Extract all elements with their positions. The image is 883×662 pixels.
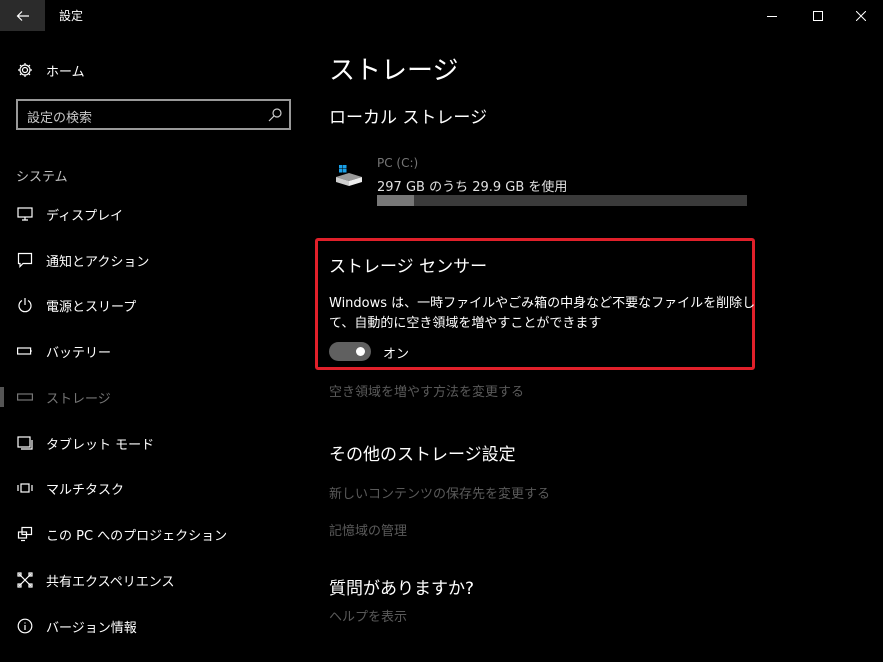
sidebar-item-storage[interactable]: ストレージ — [0, 377, 300, 417]
projection-icon — [16, 525, 34, 543]
sidebar-item-label: 共有エクスペリエンス — [46, 574, 175, 590]
search-input[interactable]: 設定の検索 — [16, 99, 291, 130]
drive-icon — [336, 165, 362, 186]
toggle-knob — [356, 347, 365, 356]
storage-sense-toggle-label: オン — [383, 347, 410, 362]
maximize-icon — [813, 10, 823, 21]
sidebar-item-battery[interactable]: バッテリー — [0, 331, 300, 371]
get-help-link[interactable]: ヘルプを表示 — [329, 606, 407, 625]
power-icon — [16, 296, 34, 314]
sidebar-item-tablet-mode[interactable]: タブレット モード — [0, 423, 300, 463]
sidebar-item-label: タブレット モード — [46, 437, 155, 453]
multitasking-icon — [16, 479, 34, 497]
drive-usage: 297 GB のうち 29.9 GB を使用 — [377, 180, 568, 195]
back-button[interactable] — [0, 0, 45, 31]
search-icon[interactable] — [267, 107, 283, 123]
drive-name[interactable]: PC (C:) — [377, 156, 418, 170]
tablet-mode-icon — [16, 434, 34, 452]
battery-icon — [16, 342, 34, 360]
back-arrow-icon — [16, 10, 29, 21]
sidebar-item-label: この PC へのプロジェクション — [46, 528, 228, 544]
drive-usage-bar — [377, 195, 747, 206]
display-icon — [16, 205, 34, 223]
sidebar-item-multitasking[interactable]: マルチタスク — [0, 468, 300, 508]
gear-icon — [16, 61, 34, 79]
sidebar-item-label: バッテリー — [46, 345, 112, 361]
change-save-location-link[interactable]: 新しいコンテンツの保存先を変更する — [329, 483, 550, 502]
storage-icon — [16, 388, 34, 406]
sidebar-item-about[interactable]: バージョン情報 — [0, 606, 300, 646]
change-free-space-link[interactable]: 空き領域を増やす方法を変更する — [329, 381, 524, 400]
sidebar-item-power[interactable]: 電源とスリープ — [0, 285, 300, 325]
close-button[interactable] — [838, 0, 883, 31]
storage-sense-description: Windows は、一時ファイルやごみ箱の中身など不要なファイルを削除して、自動… — [329, 296, 756, 331]
manage-storage-spaces-link[interactable]: 記憶域の管理 — [329, 520, 407, 539]
local-storage-heading: ローカル ストレージ — [329, 108, 488, 128]
sidebar-item-label: 電源とスリープ — [46, 299, 137, 315]
sidebar-item-display[interactable]: ディスプレイ — [0, 194, 300, 234]
sidebar-item-label: バージョン情報 — [46, 620, 137, 636]
sidebar-item-label: 通知とアクション — [46, 254, 150, 270]
sidebar-item-label: マルチタスク — [46, 482, 125, 498]
sidebar-item-label: ストレージ — [46, 391, 111, 407]
more-storage-settings-heading: その他のストレージ設定 — [329, 445, 516, 465]
title-bar: 設定 — [0, 0, 883, 31]
storage-sense-heading: ストレージ センサー — [329, 257, 488, 277]
sidebar-item-label: ホーム — [46, 64, 85, 80]
notification-icon — [16, 251, 34, 269]
minimize-icon — [767, 15, 777, 17]
question-heading: 質問がありますか? — [329, 579, 475, 599]
info-icon — [16, 617, 34, 635]
window-title: 設定 — [59, 9, 84, 23]
storage-sense-toggle[interactable] — [329, 342, 371, 361]
shared-experiences-icon — [16, 571, 34, 589]
sidebar-item-notifications[interactable]: 通知とアクション — [0, 240, 300, 280]
sidebar-item-projection[interactable]: この PC へのプロジェクション — [0, 514, 300, 554]
page-title: ストレージ — [329, 56, 459, 86]
sidebar-item-home[interactable]: ホーム — [0, 50, 300, 90]
close-icon — [856, 10, 866, 21]
minimize-button[interactable] — [749, 0, 795, 31]
sidebar-section-label: システム — [16, 170, 68, 185]
maximize-button[interactable] — [795, 0, 841, 31]
search-placeholder: 設定の検索 — [27, 111, 93, 126]
sidebar-item-shared-experiences[interactable]: 共有エクスペリエンス — [0, 560, 300, 600]
sidebar-item-label: ディスプレイ — [46, 208, 124, 224]
drive-usage-bar-fill — [377, 195, 414, 206]
